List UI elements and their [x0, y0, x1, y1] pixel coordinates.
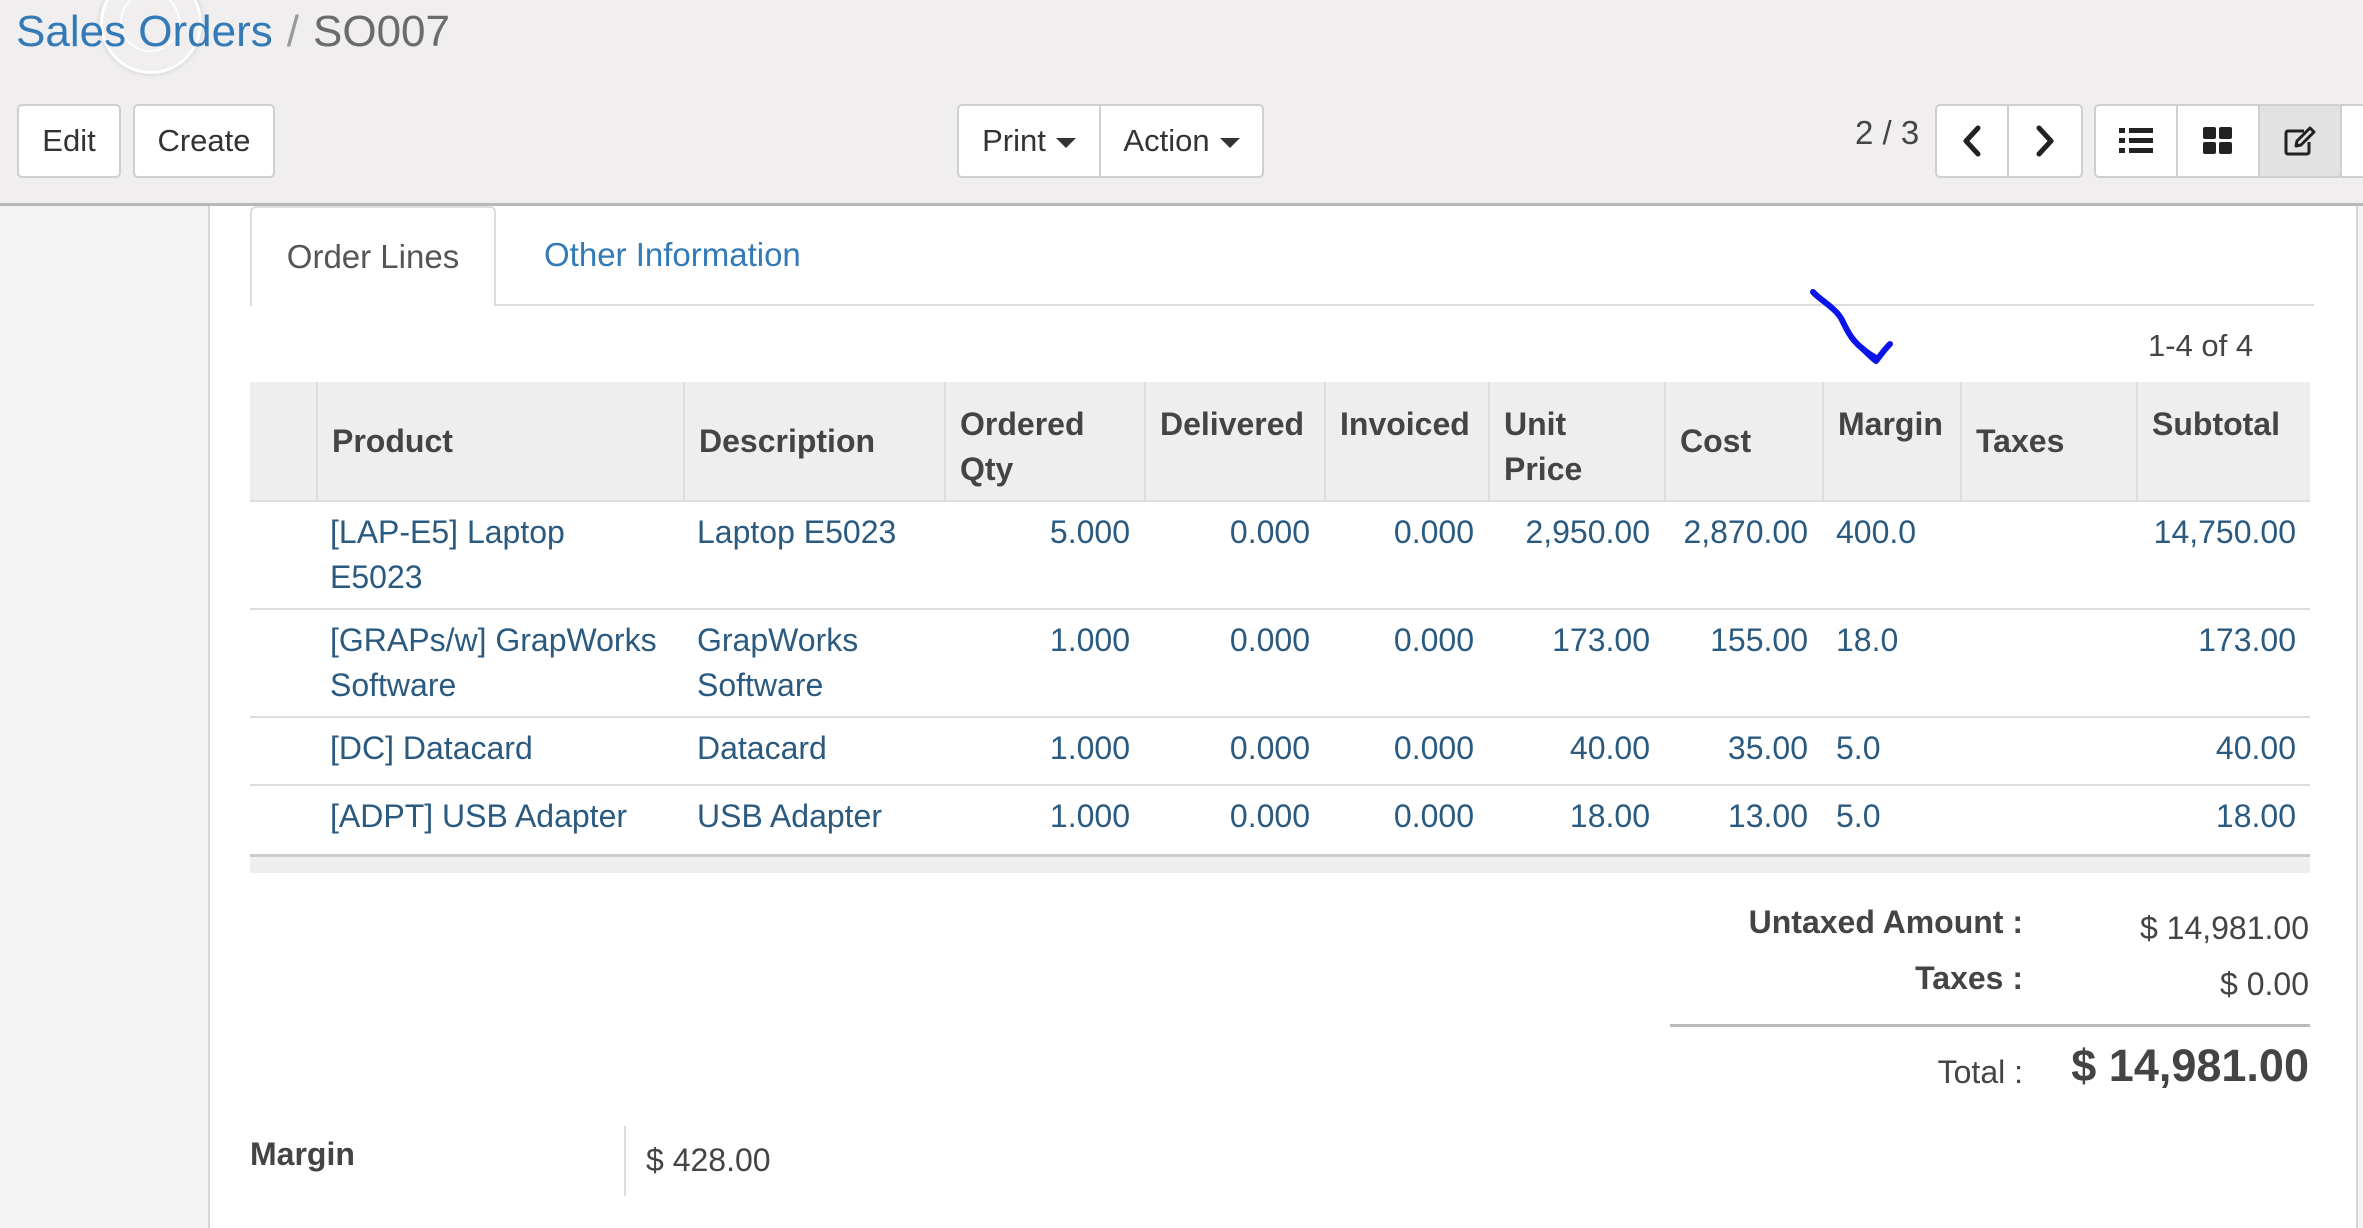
cell-cost[interactable]: 2,870.00: [1664, 510, 1808, 555]
tab-order-lines[interactable]: Order Lines: [250, 206, 496, 306]
cell-unit-price[interactable]: 2,950.00: [1488, 510, 1650, 555]
cell-subtotal[interactable]: 14,750.00: [2136, 510, 2296, 555]
records-counter: 1-4 of 4: [2148, 328, 2254, 363]
cell-unit-price[interactable]: 18.00: [1488, 794, 1650, 839]
cell-ordered-qty[interactable]: 1.000: [944, 794, 1130, 839]
table-row[interactable]: [LAP-E5] Laptop E5023 Laptop E5023 5.000…: [250, 500, 2310, 610]
breadcrumb-sales-orders-link[interactable]: Sales Orders: [16, 7, 273, 56]
extra-view-button-partial[interactable]: [2340, 104, 2363, 178]
cell-subtotal[interactable]: 40.00: [2136, 726, 2296, 771]
cell-margin[interactable]: 400.0: [1836, 510, 1956, 555]
form-view-button[interactable]: [2258, 104, 2342, 178]
cell-invoiced[interactable]: 0.000: [1324, 618, 1474, 663]
header-taxes[interactable]: Taxes: [1960, 382, 2136, 500]
cell-subtotal[interactable]: 173.00: [2136, 618, 2296, 663]
header-delivered[interactable]: Delivered: [1144, 382, 1324, 500]
margin-field-separator: [624, 1126, 626, 1196]
header-invoiced[interactable]: Invoiced: [1324, 382, 1488, 500]
control-panel: Sales Orders / SO007 Edit Create Print Act…: [0, 0, 2363, 203]
cell-cost[interactable]: 155.00: [1664, 618, 1808, 663]
cell-margin[interactable]: 18.0: [1836, 618, 1956, 663]
cell-delivered[interactable]: 0.000: [1144, 794, 1310, 839]
header-handle-column: [250, 382, 316, 500]
cell-description[interactable]: USB Adapter: [697, 794, 937, 839]
cell-invoiced[interactable]: 0.000: [1324, 726, 1474, 771]
header-product[interactable]: Product: [316, 382, 683, 500]
cell-description[interactable]: GrapWorks Software: [697, 618, 897, 708]
breadcrumb-separator: /: [286, 7, 299, 56]
tab-order-lines-label: Order Lines: [286, 238, 460, 275]
notebook-tabs: Order Lines Other Information: [250, 206, 2314, 306]
cell-ordered-qty[interactable]: 1.000: [944, 618, 1130, 663]
header-unit-price[interactable]: Unit Price: [1488, 382, 1648, 500]
pager-previous-button[interactable]: [1935, 104, 2009, 178]
table-footer: [250, 854, 2310, 873]
cell-margin[interactable]: 5.0: [1836, 794, 1956, 839]
header-ordered-qty[interactable]: Ordered Qty: [944, 382, 1144, 500]
list-view-button[interactable]: [2094, 104, 2178, 178]
cell-delivered[interactable]: 0.000: [1144, 726, 1310, 771]
chevron-left-icon: [1963, 125, 1981, 157]
cell-description[interactable]: Datacard: [697, 726, 937, 771]
untaxed-amount-value: $ 14,981.00: [2139, 910, 2309, 946]
breadcrumb: Sales Orders / SO007: [16, 4, 450, 60]
cell-subtotal[interactable]: 18.00: [2136, 794, 2296, 839]
edit-button[interactable]: Edit: [17, 104, 121, 178]
margin-field-label: Margin: [250, 1136, 355, 1172]
cell-invoiced[interactable]: 0.000: [1324, 794, 1474, 839]
action-button-label: Action: [1123, 123, 1210, 158]
tab-other-information[interactable]: Other Information: [544, 236, 801, 274]
print-dropdown-button[interactable]: Print: [957, 104, 1101, 178]
create-button-label: Create: [157, 123, 251, 158]
table-row[interactable]: [GRAPs/w] GrapWorks Software GrapWorks S…: [250, 608, 2310, 718]
chevron-right-icon: [2036, 125, 2054, 157]
cell-cost[interactable]: 35.00: [1664, 726, 1808, 771]
untaxed-amount-label: Untaxed Amount :: [1748, 904, 2023, 940]
cell-ordered-qty[interactable]: 1.000: [944, 726, 1130, 771]
pager-value[interactable]: 2 / 3: [1855, 114, 1919, 152]
cell-margin[interactable]: 5.0: [1836, 726, 1956, 771]
cell-delivered[interactable]: 0.000: [1144, 510, 1310, 555]
total-label: Total :: [1937, 1054, 2023, 1090]
kanban-view-button[interactable]: [2176, 104, 2260, 178]
create-button[interactable]: Create: [133, 104, 275, 178]
cell-product[interactable]: [ADPT] USB Adapter: [330, 794, 680, 839]
hand-drawn-arrow-annotation: [1810, 289, 1893, 364]
pager-next-button[interactable]: [2007, 104, 2083, 178]
taxes-label: Taxes :: [1915, 960, 2023, 996]
margin-field-value: $ 428.00: [646, 1142, 771, 1178]
action-dropdown-button[interactable]: Action: [1099, 104, 1264, 178]
cell-product[interactable]: [GRAPs/w] GrapWorks Software: [330, 618, 680, 708]
table-header: Product Description Ordered Qty Delivere…: [250, 382, 2310, 502]
cell-unit-price[interactable]: 40.00: [1488, 726, 1650, 771]
kanban-grid-icon: [2203, 127, 2232, 154]
caret-down-icon: [1055, 138, 1076, 148]
breadcrumb-current: SO007: [313, 7, 450, 56]
cell-description[interactable]: Laptop E5023: [697, 510, 937, 555]
print-button-label: Print: [982, 123, 1046, 158]
taxes-value: $ 0.00: [2220, 966, 2309, 1002]
header-description[interactable]: Description: [683, 382, 944, 500]
cell-ordered-qty[interactable]: 5.000: [944, 510, 1130, 555]
table-row[interactable]: [DC] Datacard Datacard 1.000 0.000 0.000…: [250, 716, 2310, 786]
table-row[interactable]: [ADPT] USB Adapter USB Adapter 1.000 0.0…: [250, 784, 2310, 852]
edit-button-label: Edit: [42, 123, 96, 158]
cell-unit-price[interactable]: 173.00: [1488, 618, 1650, 663]
cell-delivered[interactable]: 0.000: [1144, 618, 1310, 663]
header-cost[interactable]: Cost: [1664, 382, 1822, 500]
total-value: $ 14,981.00: [2071, 1040, 2309, 1091]
cell-invoiced[interactable]: 0.000: [1324, 510, 1474, 555]
header-subtotal[interactable]: Subtotal: [2136, 382, 2310, 500]
list-icon: [2119, 128, 2153, 153]
caret-down-icon: [1219, 138, 1240, 148]
header-margin[interactable]: Margin: [1822, 382, 1960, 500]
cell-cost[interactable]: 13.00: [1664, 794, 1808, 839]
edit-form-icon: [2284, 126, 2316, 156]
cell-product[interactable]: [DC] Datacard: [330, 726, 680, 771]
totals-divider: [1670, 1024, 2310, 1027]
cell-product[interactable]: [LAP-E5] Laptop E5023: [330, 510, 660, 600]
